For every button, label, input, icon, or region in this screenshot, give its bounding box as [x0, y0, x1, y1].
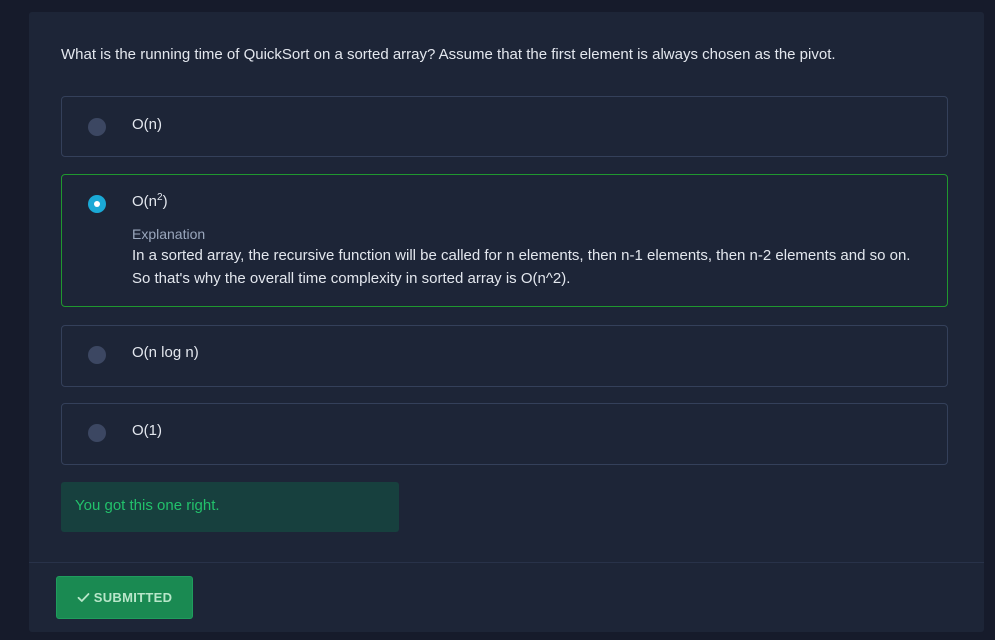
radio-button[interactable]	[88, 424, 106, 442]
divider	[29, 562, 984, 563]
submitted-label: SUBMITTED	[93, 590, 173, 605]
check-icon	[77, 592, 90, 603]
option-label: O(n)	[132, 116, 162, 133]
radio-button[interactable]	[88, 346, 106, 364]
explanation-title: Explanation	[132, 226, 206, 242]
radio-button-checked[interactable]	[88, 195, 106, 213]
explanation-text: In a sorted array, the recursive functio…	[132, 247, 911, 287]
radio-button[interactable]	[88, 118, 106, 136]
question-text: What is the running time of QuickSort on…	[61, 46, 836, 63]
feedback-banner: You got this one right.	[61, 482, 399, 532]
option-o-n-log-n[interactable]: O(n log n)	[61, 325, 948, 387]
option-label: O(1)	[132, 422, 162, 439]
submitted-button[interactable]: SUBMITTED	[56, 576, 193, 619]
quiz-card: What is the running time of QuickSort on…	[29, 12, 984, 632]
option-label: O(n log n)	[132, 344, 199, 361]
option-o-n-squared[interactable]: O(n2) Explanation In a sorted array, the…	[61, 174, 948, 307]
option-o-n[interactable]: O(n)	[61, 96, 948, 157]
option-label: O(n2)	[132, 192, 168, 211]
option-o-1[interactable]: O(1)	[61, 403, 948, 465]
